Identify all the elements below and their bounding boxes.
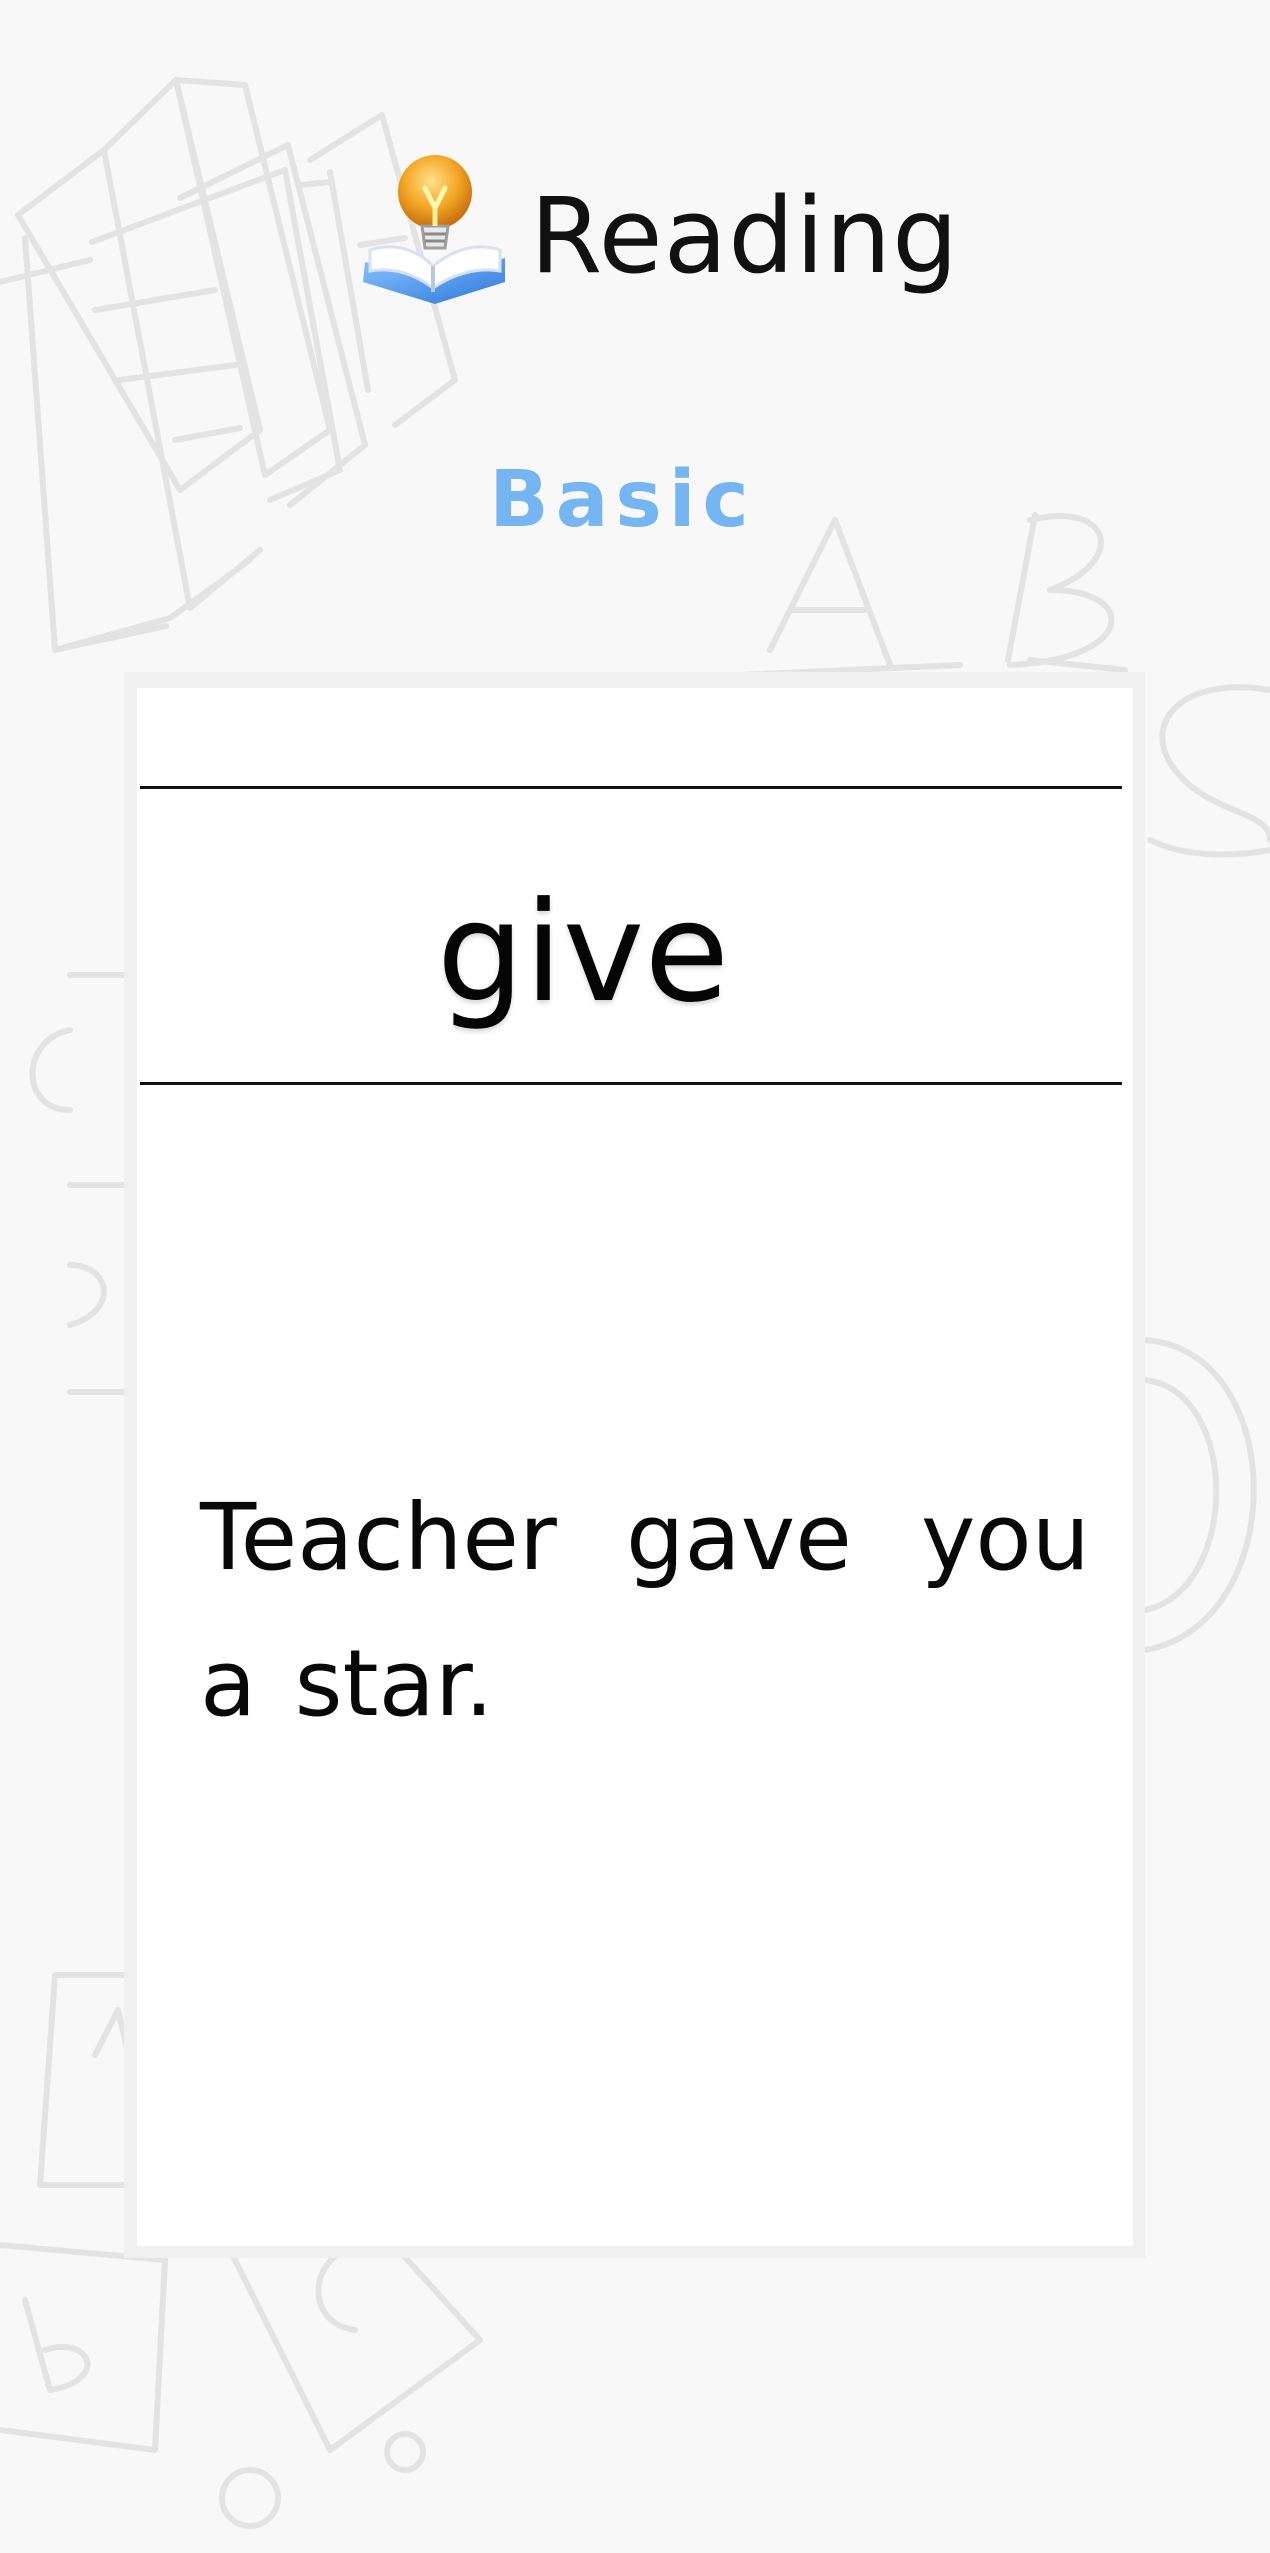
puzzle-piece-doodle xyxy=(29,972,131,1395)
page-title: Reading xyxy=(530,175,960,297)
letter-s-doodle xyxy=(1147,684,1270,858)
rainbow-doodle xyxy=(1142,1337,1257,1653)
reading-flashcard-screen: Reading Basic give Teacher gave you a st… xyxy=(0,0,1270,2553)
reading-flashcard[interactable]: give Teacher gave you a star. xyxy=(137,688,1133,2246)
word-top-rule xyxy=(140,786,1122,789)
book-lightbulb-icon xyxy=(363,155,505,304)
lesson-header: Reading xyxy=(0,150,1270,320)
difficulty-level-label: Basic xyxy=(489,455,756,545)
example-sentence: Teacher gave you a star. xyxy=(200,1484,1090,1737)
word-bottom-rule xyxy=(140,1082,1122,1085)
target-word: give xyxy=(436,872,730,1033)
